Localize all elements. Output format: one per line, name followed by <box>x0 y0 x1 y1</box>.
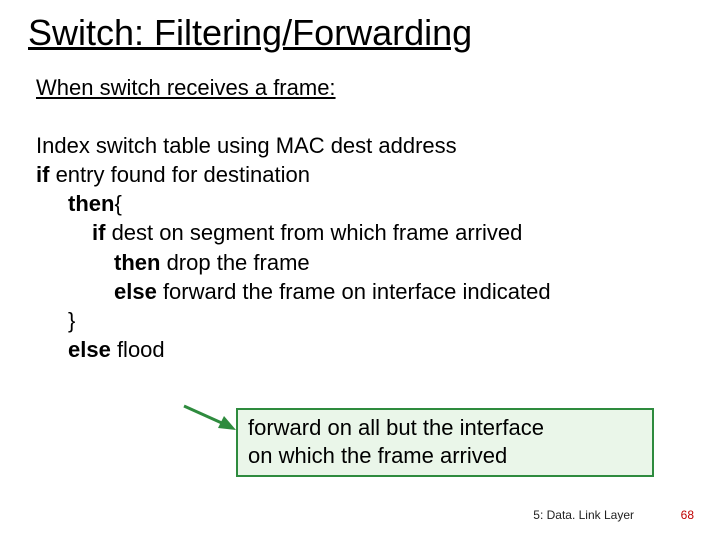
body-line: } <box>68 306 692 335</box>
slide-body: Index switch table using MAC dest addres… <box>36 131 692 363</box>
slide-title: Switch: Filtering/Forwarding <box>28 12 692 53</box>
text: { <box>114 191 121 216</box>
text: drop the frame <box>160 250 309 275</box>
keyword-then: then <box>68 191 114 216</box>
text: flood <box>111 337 165 362</box>
body-line: if entry found for destination <box>36 160 692 189</box>
text: dest on segment from which frame arrived <box>105 220 522 245</box>
text: forward the frame on interface indicated <box>157 279 551 304</box>
body-line: then drop the frame <box>114 248 692 277</box>
slide: Switch: Filtering/Forwarding When switch… <box>0 0 720 540</box>
keyword-then: then <box>114 250 160 275</box>
footer-section-label: 5: Data. Link Layer <box>533 508 634 522</box>
body-line: then{ <box>68 189 692 218</box>
page-number: 68 <box>681 508 694 522</box>
callout-box: forward on all but the interface on whic… <box>236 408 654 477</box>
body-line: else forward the frame on interface indi… <box>114 277 692 306</box>
body-line: if dest on segment from which frame arri… <box>92 218 692 247</box>
slide-subheading: When switch receives a frame: <box>36 75 692 101</box>
body-line: else flood <box>68 335 692 364</box>
callout-line: on which the frame arrived <box>248 442 642 470</box>
keyword-else: else <box>114 279 157 304</box>
arrow-icon <box>180 404 240 434</box>
text: entry found for destination <box>49 162 310 187</box>
callout-content: forward on all but the interface on whic… <box>236 408 654 477</box>
keyword-else: else <box>68 337 111 362</box>
keyword-if: if <box>92 220 105 245</box>
keyword-if: if <box>36 162 49 187</box>
callout-line: forward on all but the interface <box>248 414 642 442</box>
body-line: Index switch table using MAC dest addres… <box>36 131 692 160</box>
